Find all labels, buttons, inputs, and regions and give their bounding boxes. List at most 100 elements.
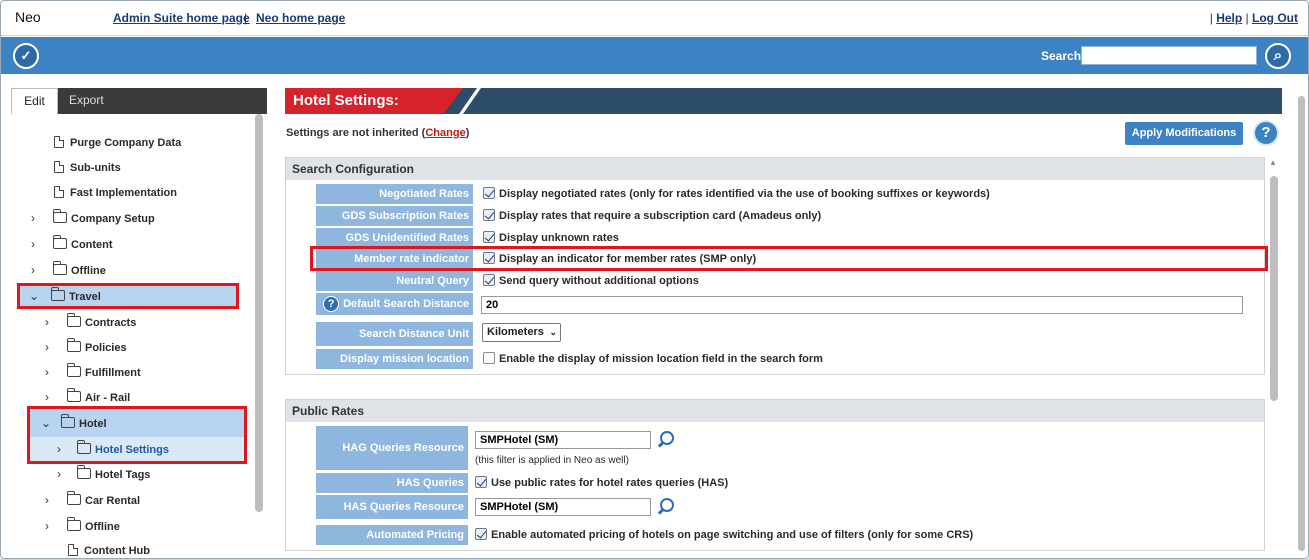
search-input[interactable]	[1081, 46, 1257, 65]
highlight-member-rate-indicator	[310, 246, 1268, 271]
tree-item-hotel-settings[interactable]: › Hotel Settings	[57, 438, 169, 460]
tree-item-content[interactable]: › Content	[31, 233, 113, 255]
tree-item-contracts[interactable]: › Contracts	[45, 311, 136, 333]
section-header: Search Configuration	[286, 158, 1264, 180]
tree-item-label: Offline	[71, 265, 106, 277]
folder-icon	[53, 209, 67, 223]
tree-item-hotel-tags[interactable]: › Hotel Tags	[57, 463, 150, 485]
option-gds-unidentified-rates[interactable]: Display unknown rates	[483, 228, 619, 248]
search-icon[interactable]	[656, 430, 674, 448]
tree-item-purge-company-data[interactable]: Purge Company Data	[54, 132, 181, 154]
search-icon[interactable]	[656, 497, 674, 515]
option-has-queries[interactable]: Use public rates for hotel rates queries…	[475, 473, 728, 493]
chevron-right-icon[interactable]: ›	[57, 463, 69, 485]
option-gds-subscription-rates[interactable]: Display rates that require a subscriptio…	[483, 206, 821, 226]
tree-item-content-hub[interactable]: Content Hub	[68, 540, 150, 558]
option-text: Display negotiated rates (only for rates…	[499, 188, 990, 200]
document-icon	[54, 161, 64, 173]
option-text: Send query without additional options	[499, 275, 699, 287]
search-distance-unit-select[interactable]: Kilometers ⌄	[482, 323, 561, 342]
chevron-down-icon[interactable]: ⌄	[41, 412, 53, 434]
select-value: Kilometers	[487, 326, 544, 338]
tree-item-label: Hotel Settings	[95, 444, 169, 456]
chevron-right-icon[interactable]: ›	[45, 489, 57, 511]
option-automated-pricing[interactable]: Enable automated pricing of hotels on pa…	[475, 525, 973, 545]
admin-suite-home-link[interactable]: Admin Suite home page	[113, 11, 250, 25]
tree-item-car-rental[interactable]: › Car Rental	[45, 489, 140, 511]
tree-item-label: Hotel Tags	[95, 469, 151, 481]
logout-link[interactable]: Log Out	[1252, 11, 1298, 25]
app-window: Neo Admin Suite home page | Neo home pag…	[0, 0, 1309, 559]
tree-item-offline[interactable]: › Offline	[31, 259, 106, 281]
help-icon[interactable]: ?	[1253, 120, 1279, 146]
label-text: Default Search Distance	[343, 298, 469, 310]
inheritance-text: Settings are not inherited (	[286, 127, 426, 139]
tree-item-label: Purge Company Data	[70, 137, 182, 149]
inheritance-text-close: )	[465, 127, 470, 139]
chevron-right-icon[interactable]: ›	[57, 438, 69, 460]
option-neutral-query[interactable]: Send query without additional options	[483, 271, 699, 291]
hag-filter-note: (this filter is applied in Neo as well)	[475, 455, 629, 466]
checkbox-checked-icon[interactable]	[483, 231, 495, 243]
checkbox-checked-icon[interactable]	[483, 274, 495, 286]
tree-item-sub-units[interactable]: Sub-units	[54, 157, 121, 179]
tree-item-hotel[interactable]: ⌄ Hotel	[41, 412, 107, 434]
tree-item-air-rail[interactable]: › Air - Rail	[45, 386, 130, 408]
tree-item-label: Travel	[69, 291, 101, 303]
page-title: Hotel Settings:	[293, 92, 399, 109]
help-link[interactable]: Help	[1216, 11, 1242, 25]
folder-icon	[53, 235, 67, 249]
has-queries-resource-input[interactable]	[475, 498, 651, 516]
inner-scrollbar-thumb[interactable]	[1270, 176, 1278, 401]
chevron-right-icon[interactable]: ›	[45, 386, 57, 408]
document-icon	[54, 136, 64, 148]
chevron-right-icon[interactable]: ›	[31, 233, 43, 255]
chevron-right-icon[interactable]: ›	[45, 361, 57, 383]
label-negotiated-rates: Negotiated Rates	[316, 184, 473, 204]
tree-item-label: Company Setup	[71, 213, 155, 225]
label-search-distance-unit: Search Distance Unit	[316, 322, 473, 346]
option-negotiated-rates[interactable]: Display negotiated rates (only for rates…	[483, 184, 990, 204]
chevron-right-icon[interactable]: ›	[45, 336, 57, 358]
help-icon[interactable]: ?	[323, 296, 340, 312]
tree-item-policies[interactable]: › Policies	[45, 336, 127, 358]
link-separator: |	[244, 11, 248, 25]
chevron-right-icon[interactable]: ›	[45, 515, 57, 537]
checkbox-checked-icon[interactable]	[475, 476, 487, 488]
tree-item-travel[interactable]: ⌄ Travel	[29, 285, 101, 307]
home-logo-icon[interactable]: ✓	[13, 43, 39, 69]
tree-item-label: Car Rental	[85, 495, 141, 507]
tree-item-label: Offline	[85, 521, 120, 533]
app-name: Neo	[15, 9, 41, 25]
checkbox-checked-icon[interactable]	[475, 528, 487, 540]
tree-item-company-setup[interactable]: › Company Setup	[31, 207, 155, 229]
left-scrollbar[interactable]	[255, 114, 263, 512]
neo-home-link[interactable]: Neo home page	[256, 11, 345, 25]
chevron-right-icon[interactable]: ›	[31, 259, 43, 281]
search-icon[interactable]: ⌕	[1265, 43, 1291, 69]
tab-export[interactable]: Export	[69, 88, 104, 114]
chevron-down-icon[interactable]: ⌄	[29, 285, 41, 307]
scroll-up-arrow-icon[interactable]: ▲	[1269, 158, 1277, 167]
page-scrollbar-thumb[interactable]	[1298, 96, 1305, 551]
checkbox-unchecked-icon[interactable]	[483, 352, 495, 364]
top-right-links: | Help | Log Out	[1210, 11, 1298, 25]
option-text: Enable the display of mission location f…	[499, 353, 823, 365]
default-search-distance-input[interactable]	[481, 296, 1243, 314]
tab-edit[interactable]: Edit	[11, 88, 58, 114]
option-display-mission-location[interactable]: Enable the display of mission location f…	[483, 349, 823, 369]
tree-item-label: Hotel	[79, 418, 107, 430]
folder-icon	[67, 363, 81, 377]
chevron-right-icon[interactable]: ›	[31, 207, 43, 229]
tree-item-fulfillment[interactable]: › Fulfillment	[45, 361, 141, 383]
hag-queries-resource-input[interactable]	[475, 431, 651, 449]
label-hag-queries-resource: HAG Queries Resource	[316, 426, 468, 470]
tree-item-fast-implementation[interactable]: Fast Implementation	[54, 182, 177, 204]
tree-item-label: Fast Implementation	[70, 187, 177, 199]
tree-item-offline-travel[interactable]: › Offline	[45, 515, 120, 537]
checkbox-checked-icon[interactable]	[483, 187, 495, 199]
checkbox-checked-icon[interactable]	[483, 209, 495, 221]
change-inheritance-link[interactable]: Change	[425, 127, 465, 139]
apply-modifications-button[interactable]: Apply Modifications	[1125, 122, 1243, 145]
chevron-right-icon[interactable]: ›	[45, 311, 57, 333]
